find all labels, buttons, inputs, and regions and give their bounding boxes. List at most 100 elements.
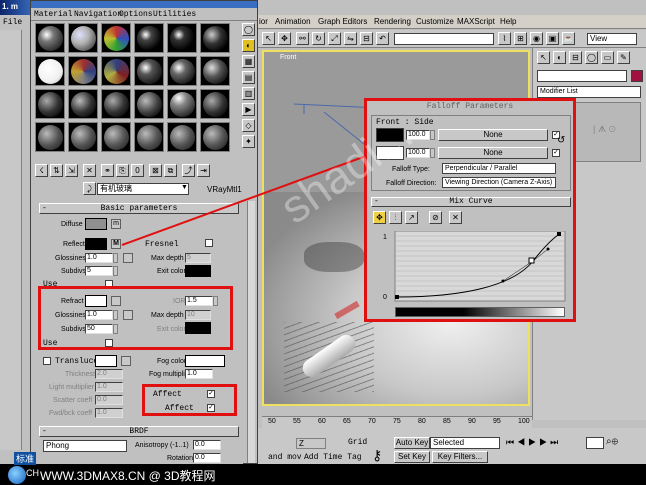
front-amount-spinner[interactable]: [430, 130, 435, 140]
mtl-menu-options[interactable]: Options: [119, 10, 153, 19]
sample-slot[interactable]: [134, 23, 164, 53]
stack-pin-icon[interactable]: | ᗑ ⊙: [593, 124, 616, 135]
reflect-map-button[interactable]: M: [111, 239, 121, 249]
hierarchy-tab-icon[interactable]: ⊟: [569, 51, 582, 64]
sample-type-icon[interactable]: ◯: [242, 23, 255, 36]
sample-slot[interactable]: [167, 89, 197, 119]
start-orb-icon[interactable]: [8, 466, 26, 484]
utilities-tab-icon[interactable]: ✎: [617, 51, 630, 64]
align-icon[interactable]: ⊟: [360, 32, 373, 45]
view-dropdown[interactable]: View: [587, 33, 637, 45]
subdivs-spinner[interactable]: [113, 266, 118, 276]
rotation-input[interactable]: 0.0: [193, 453, 221, 463]
side-amount-input[interactable]: 100.0: [406, 148, 430, 158]
sample-slot[interactable]: [68, 122, 98, 152]
side-color-swatch[interactable]: [376, 146, 404, 160]
get-material-icon[interactable]: ☇: [35, 164, 48, 177]
assign-material-icon[interactable]: ⇲: [65, 164, 78, 177]
reset-map-icon[interactable]: ✕: [83, 164, 96, 177]
side-map-checkbox[interactable]: ✓: [552, 149, 560, 157]
translucent-map-button[interactable]: [121, 356, 131, 366]
sample-slot[interactable]: [35, 122, 65, 152]
front-amount-input[interactable]: 100.0: [406, 130, 430, 140]
options-icon[interactable]: ◇: [242, 119, 255, 132]
sample-slot[interactable]: [134, 122, 164, 152]
sample-slot[interactable]: [68, 89, 98, 119]
sample-slot[interactable]: [35, 56, 65, 86]
make-unique-icon[interactable]: ⚭: [101, 164, 114, 177]
put-to-scene-icon[interactable]: ⇅: [50, 164, 63, 177]
sample-slot[interactable]: [101, 56, 131, 86]
rotate-icon[interactable]: ↻: [312, 32, 325, 45]
sample-slot[interactable]: [68, 56, 98, 86]
sample-slot[interactable]: [167, 23, 197, 53]
move-icon[interactable]: ✥: [278, 32, 291, 45]
sample-slot[interactable]: [167, 56, 197, 86]
background-icon[interactable]: ▦: [242, 55, 255, 68]
mtl-scrollbar[interactable]: [247, 201, 255, 463]
glossiness-map-button[interactable]: [123, 253, 133, 263]
video-check-icon[interactable]: ▥: [242, 87, 255, 100]
zoom-icon[interactable]: ⌕⊕: [606, 436, 618, 447]
material-name-field[interactable]: 有机玻璃: [97, 183, 189, 195]
mtl-menu-utilities[interactable]: Utilities: [153, 10, 196, 19]
max-menu-graph-editors[interactable]: Graph Editors: [318, 17, 367, 26]
show-map-icon[interactable]: ⊠: [149, 164, 162, 177]
modifier-list-dropdown[interactable]: Modifier List: [537, 86, 641, 98]
max-menu-rendering[interactable]: Rendering: [374, 17, 411, 26]
quick-render-icon[interactable]: ☕: [562, 32, 575, 45]
diffuse-map-button[interactable]: m: [111, 219, 121, 229]
curve-editor-icon[interactable]: ⌇: [498, 32, 511, 45]
sample-slot[interactable]: [101, 23, 131, 53]
mirror-icon[interactable]: ⇋: [344, 32, 357, 45]
object-color-swatch[interactable]: [631, 70, 643, 82]
object-name-field[interactable]: [537, 70, 627, 82]
uv-tiling-icon[interactable]: ▤: [242, 71, 255, 84]
sample-slot[interactable]: [200, 122, 230, 152]
max-menu-help[interactable]: Help: [500, 17, 516, 26]
max-depth-input[interactable]: 5: [185, 253, 211, 263]
sample-slot[interactable]: [68, 23, 98, 53]
add-time-tag[interactable]: Add Time Tag: [304, 453, 362, 462]
link-icon[interactable]: ⚯: [296, 32, 309, 45]
sample-slot[interactable]: [200, 23, 230, 53]
go-forward-sibling-icon[interactable]: ⇥: [197, 164, 210, 177]
sample-slot[interactable]: [35, 89, 65, 119]
playback-controls[interactable]: ⏮◀▶▶⏭: [506, 437, 584, 449]
key-filters-button[interactable]: Key Filters...: [432, 451, 488, 463]
auto-key-button[interactable]: Auto Key: [394, 437, 430, 449]
back-menu-file[interactable]: File: [3, 18, 22, 27]
scale-point-icon[interactable]: ⫶: [389, 211, 402, 224]
make-preview-icon[interactable]: ▶: [242, 103, 255, 116]
thickness-input[interactable]: 2.0: [95, 369, 123, 379]
front-map-button[interactable]: None: [438, 129, 548, 141]
diffuse-swatch[interactable]: [85, 218, 107, 230]
mtl-menu-material[interactable]: Material: [34, 10, 72, 19]
material-effects-channel-icon[interactable]: 0: [131, 164, 144, 177]
falloff-type-dropdown[interactable]: Perpendicular / Parallel: [442, 163, 556, 174]
reflect-swatch[interactable]: [85, 238, 107, 250]
fwd-bck-coeff-input[interactable]: 1.0: [95, 408, 123, 418]
undo-icon[interactable]: ↶: [376, 32, 389, 45]
move-point-icon[interactable]: ✥: [373, 211, 386, 224]
timeline[interactable]: 50 55 60 65 70 75 80 85 90 95 100: [262, 416, 532, 428]
falloff-direction-dropdown[interactable]: Viewing Direction (Camera Z-Axis): [442, 177, 556, 188]
translucent-checkbox[interactable]: [43, 357, 51, 365]
select-by-material-icon[interactable]: ✦: [242, 135, 255, 148]
sample-slot[interactable]: [35, 23, 65, 53]
brdf-type-dropdown[interactable]: Phong: [43, 440, 127, 452]
max-menu-partial[interactable]: ior: [259, 17, 268, 26]
create-tab-icon[interactable]: ↖: [537, 51, 550, 64]
scale-icon[interactable]: ⤢: [328, 32, 341, 45]
set-key-button[interactable]: Set Key: [394, 451, 430, 463]
sample-slot[interactable]: [134, 56, 164, 86]
pick-material-icon[interactable]: ⤸: [83, 182, 96, 195]
max-menu-maxscript[interactable]: MAXScript: [457, 17, 495, 26]
brdf-header[interactable]: - BRDF: [39, 426, 239, 437]
falloff-title-bar[interactable]: Falloff Parameters: [369, 103, 571, 112]
side-map-button[interactable]: None: [438, 147, 548, 159]
render-icon[interactable]: ▣: [546, 32, 559, 45]
light-multiplier-input[interactable]: 1.0: [95, 382, 123, 392]
subdivs-input[interactable]: 5: [85, 266, 113, 276]
sample-slot[interactable]: [167, 122, 197, 152]
